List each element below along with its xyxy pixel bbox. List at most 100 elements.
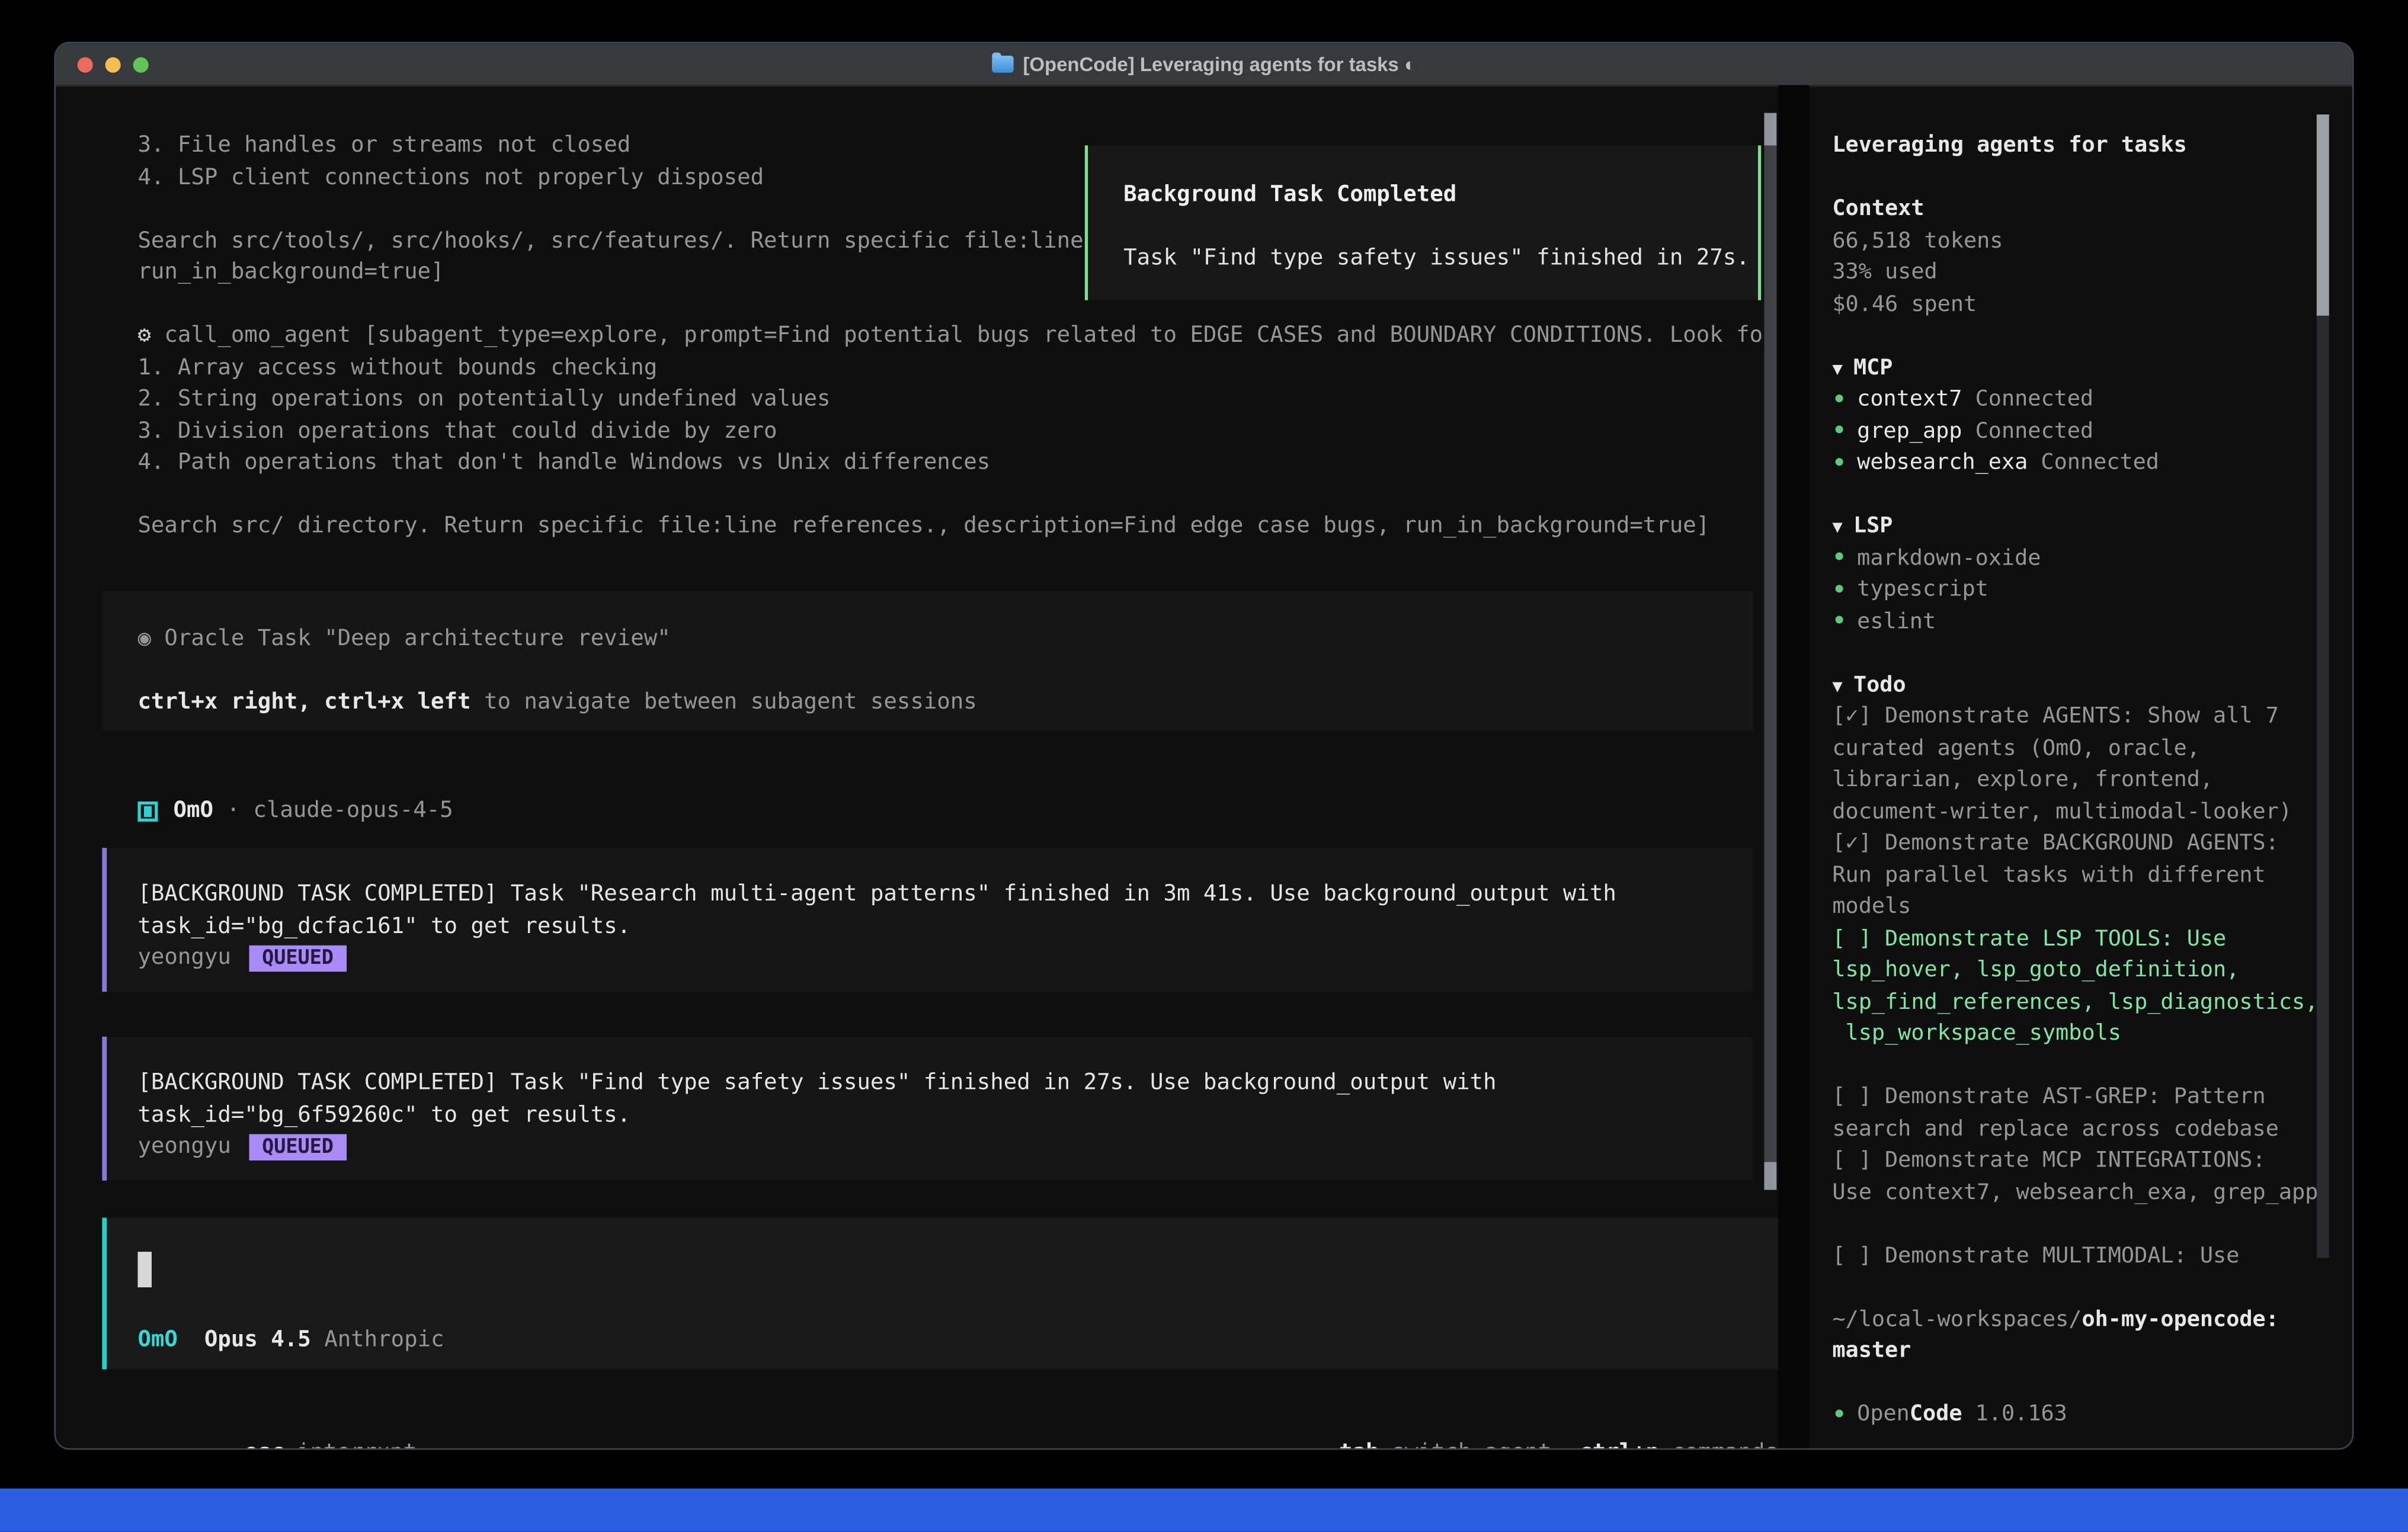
todo-line-active: [ ] Demonstrate LSP TOOLS: Use: [1832, 923, 2353, 955]
shortcut-keys: ctrl+x right, ctrl+x left: [137, 690, 470, 714]
todo-line: Use context7, websearch_exa, grep_app: [1832, 1177, 2353, 1209]
todo-line: document-writer, multimodal-looker): [1832, 796, 2353, 828]
tool-call-item: 1. Array access without bounds checking: [137, 352, 1809, 384]
window-title: [OpenCode] Leveraging agents for tasks ◐: [992, 53, 1416, 75]
window-title-text: [OpenCode] Leveraging agents for tasks ◐: [1023, 53, 1416, 75]
zoom-button[interactable]: [133, 56, 149, 72]
input-model-name: Opus 4.5: [178, 1327, 311, 1352]
main-scrollbar-thumb-bottom[interactable]: [1764, 1162, 1776, 1190]
chevron-down-icon: ▼: [1832, 358, 1842, 379]
todo-line: search and replace across codebase: [1832, 1113, 2353, 1145]
chevron-down-icon: ▼: [1832, 675, 1842, 696]
mcp-header-text: MCP: [1853, 355, 1893, 380]
tool-call-item: 2. String operations on potentially unde…: [137, 384, 1809, 416]
lsp-item-name: typescript: [1857, 577, 1988, 602]
task-message-line: task_id="bg_dcfac161" to get results.: [137, 911, 1753, 943]
chevron-down-icon: ▼: [1832, 517, 1842, 537]
bullet-icon: [1836, 425, 1843, 433]
title-bar: [OpenCode] Leveraging agents for tasks ◐: [56, 43, 2352, 86]
lsp-section-header[interactable]: ▼LSP: [1832, 511, 2353, 543]
mcp-item-status: Connected: [1962, 387, 2093, 412]
mcp-item-name: context7: [1857, 387, 1962, 412]
lsp-item-name: markdown-oxide: [1857, 546, 2041, 571]
esc-key-hint: esc: [245, 1438, 284, 1450]
tab-key-hint: tab: [1339, 1438, 1379, 1450]
esc-key-label: interrupt: [297, 1438, 417, 1450]
desktop-strip: [0, 1489, 2408, 1532]
lsp-item-name: eslint: [1857, 609, 1936, 634]
context-header: Context: [1832, 193, 2353, 225]
agent-name: OmO: [174, 796, 213, 828]
minimize-button[interactable]: [105, 56, 121, 72]
status-badge: QUEUED: [249, 945, 346, 971]
task-message-line: task_id="bg_6f59260c" to get results.: [137, 1100, 1753, 1132]
prompt-input[interactable]: OmO Opus 4.5 Anthropic: [102, 1217, 1778, 1369]
close-button[interactable]: [78, 56, 93, 72]
workspace-repo: oh-my-opencode:: [2082, 1307, 2278, 1332]
workspace-path-prefix: ~/local-workspaces/: [1832, 1307, 2082, 1332]
context-tokens: 66,518 tokens: [1832, 225, 2353, 257]
gear-icon: ⚙: [137, 323, 150, 348]
workspace-branch: master: [1832, 1335, 2353, 1367]
oracle-task-title-text: Oracle Task "Deep architecture review": [151, 626, 671, 650]
mcp-section-header[interactable]: ▼ MCP: [1832, 352, 2353, 384]
sidebar-scrollbar: [2317, 114, 2329, 1258]
status-bar: esc interrupt tab switch agent ctrl+p co…: [56, 1437, 1809, 1450]
lsp-item: typescript: [1832, 574, 2353, 606]
mcp-item-name: grep_app: [1857, 418, 1962, 443]
bullet-icon: [1836, 1409, 1843, 1416]
agent-model: claude-opus-4-5: [253, 796, 453, 828]
tool-call-item: 4. Path operations that don't handle Win…: [137, 447, 1809, 479]
lsp-item: markdown-oxide: [1832, 542, 2353, 574]
task-user: yeongyu: [137, 943, 230, 975]
version-prefix: Open: [1857, 1402, 1910, 1427]
background-task-message: [BACKGROUND TASK COMPLETED] Task "Resear…: [102, 848, 1753, 992]
task-meta-row: yeongyu QUEUED: [137, 1131, 1753, 1163]
background-task-message: [BACKGROUND TASK COMPLETED] Task "Find t…: [102, 1037, 1753, 1181]
todo-line: models: [1832, 891, 2353, 923]
context-spent: $0.46 spent: [1832, 289, 2353, 320]
todo-section-header[interactable]: ▼Todo: [1832, 669, 2353, 701]
traffic-lights: [78, 43, 149, 85]
todo-line: [ ] Demonstrate AST-GREP: Pattern: [1832, 1082, 2353, 1114]
todo-line: [✓] Demonstrate AGENTS: Show all 7: [1832, 701, 2353, 733]
task-message-line: [BACKGROUND TASK COMPLETED] Task "Find t…: [137, 1068, 1753, 1100]
main-scrollbar: [1764, 113, 1776, 1190]
todo-line: curated agents (OmO, oracle,: [1832, 733, 2353, 765]
sidebar-scrollbar-thumb[interactable]: [2317, 114, 2329, 316]
notification-title: Background Task Completed: [1123, 180, 1758, 211]
shortcut-hint: to navigate between subagent sessions: [470, 690, 976, 714]
ctrlp-key-label: commands: [1671, 1438, 1778, 1450]
mcp-item: websearch_exa Connected: [1832, 447, 2353, 479]
agent-header: OmO · claude-opus-4-5: [137, 795, 1809, 828]
mcp-item: context7 Connected: [1832, 384, 2353, 416]
pane-divider: [1778, 85, 1809, 1450]
model-row: OmO Opus 4.5 Anthropic: [137, 1323, 444, 1355]
task-meta-row: yeongyu QUEUED: [137, 943, 1753, 975]
bullet-icon: [1836, 584, 1843, 592]
notification-body: Task "Find type safety issues" finished …: [1123, 243, 1758, 275]
todo-line: [✓] Demonstrate BACKGROUND AGENTS:: [1832, 828, 2353, 860]
tool-call-header: ⚙ call_omo_agent [subagent_type=explore,…: [137, 320, 1809, 352]
todo-line-active: lsp_find_references, lsp_diagnostics,: [1832, 986, 2353, 1018]
todo-line-active: lsp_hover, lsp_goto_definition,: [1832, 954, 2353, 986]
agent-separator: ·: [213, 796, 253, 828]
background-task-notification: Background Task Completed Task "Find typ…: [1085, 146, 1761, 300]
oracle-task-box: ◉ Oracle Task "Deep architecture review"…: [102, 590, 1753, 729]
task-user: yeongyu: [137, 1131, 230, 1163]
version-brand: Code: [1910, 1402, 1962, 1427]
tool-call-item: 3. Division operations that could divide…: [137, 415, 1809, 447]
bullet-icon: [1836, 457, 1843, 465]
tool-call-header-text: call_omo_agent [subagent_type=explore, p…: [151, 323, 1776, 348]
mcp-item: grep_app Connected: [1832, 415, 2353, 447]
oracle-task-title: ◉ Oracle Task "Deep architecture review": [137, 623, 1753, 655]
main-scrollbar-thumb[interactable]: [1764, 113, 1776, 146]
ctrlp-key-hint: ctrl+p: [1579, 1438, 1659, 1450]
task-message-line: [BACKGROUND TASK COMPLETED] Task "Resear…: [137, 879, 1753, 911]
text-cursor: [137, 1252, 152, 1287]
oracle-task-hint: ctrl+x right, ctrl+x left to navigate be…: [137, 686, 1753, 718]
activity-dots: [110, 1449, 203, 1450]
bullet-icon: [1836, 552, 1843, 560]
record-icon: ◉: [137, 626, 150, 650]
status-badge: QUEUED: [249, 1134, 346, 1160]
